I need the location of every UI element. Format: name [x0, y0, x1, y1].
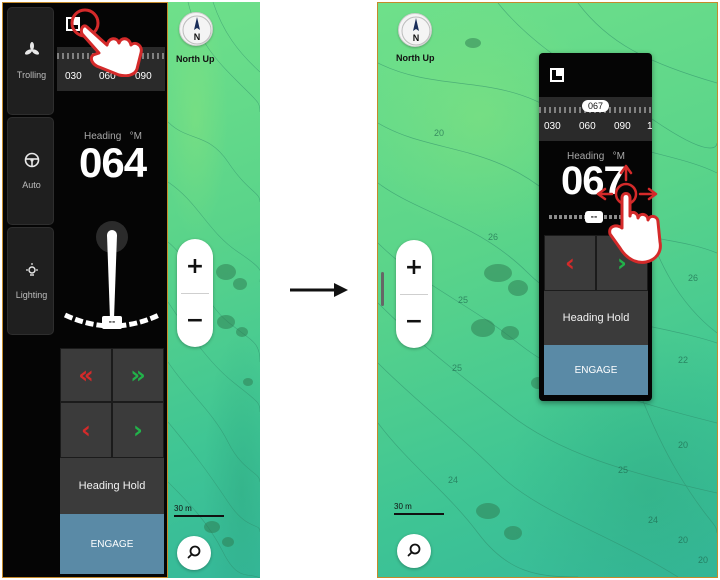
- search-button[interactable]: [177, 536, 211, 570]
- sidebar-item-label: Lighting: [15, 290, 48, 300]
- sidebar-item-label: Auto: [22, 180, 41, 190]
- tape-value: 090: [614, 121, 631, 132]
- zoom-control: + −: [177, 239, 213, 347]
- starboard-fast-button[interactable]: »: [112, 348, 164, 402]
- propeller-icon: [8, 42, 55, 62]
- engage-button[interactable]: ENGAGE: [544, 345, 648, 395]
- drag-gesture-icon: [596, 164, 662, 264]
- port-button[interactable]: ‹: [544, 235, 596, 291]
- tap-gesture-icon: [70, 8, 143, 77]
- heading-hold-button[interactable]: Heading Hold: [544, 291, 648, 345]
- search-icon: [187, 545, 201, 559]
- target-heading-pill: 067: [582, 100, 609, 112]
- sidebar-item-auto[interactable]: Auto: [7, 117, 54, 225]
- transition-arrow-icon: [290, 283, 348, 297]
- compass-needle-icon: N: [182, 15, 212, 45]
- sidebar-item-trolling[interactable]: Trolling: [7, 7, 54, 115]
- tape-value: 1: [647, 121, 652, 132]
- panel-mode-icon[interactable]: [550, 68, 564, 82]
- lightbulb-icon: [8, 262, 55, 282]
- heading-readout: 064: [79, 139, 147, 186]
- engage-button[interactable]: ENGAGE: [60, 514, 164, 574]
- steering-wheel-icon: [8, 152, 55, 172]
- scale-line: [174, 515, 224, 517]
- autopilot-panel-left: Trolling Auto Lighting 030 060 090 Headi…: [2, 2, 168, 578]
- panel-drag-handle[interactable]: [381, 272, 384, 306]
- zoom-in-button[interactable]: +: [177, 239, 213, 293]
- scale-bar: 30 m: [174, 504, 234, 520]
- starboard-button[interactable]: ›: [112, 402, 164, 458]
- sidebar-item-lighting[interactable]: Lighting: [7, 227, 54, 335]
- scale-label: 30 m: [174, 504, 192, 513]
- port-button[interactable]: ‹: [60, 402, 112, 458]
- sidebar-item-label: Trolling: [16, 70, 47, 80]
- tape-value: 030: [544, 121, 561, 132]
- rudder-center-badge: --: [108, 317, 116, 326]
- compass-rose[interactable]: N: [179, 12, 213, 46]
- north-up-label: North Up: [176, 54, 215, 64]
- compass-letter: N: [194, 32, 201, 42]
- chart-map-left[interactable]: N North Up + − 30 m: [168, 2, 260, 578]
- tutorial-composite: N North Up + − 30 m Trolling Auto Lighti…: [0, 0, 720, 580]
- port-fast-button[interactable]: «: [60, 348, 112, 402]
- heading-hold-button[interactable]: Heading Hold: [60, 458, 164, 514]
- zoom-out-button[interactable]: −: [177, 293, 213, 347]
- tape-value: 060: [579, 121, 596, 132]
